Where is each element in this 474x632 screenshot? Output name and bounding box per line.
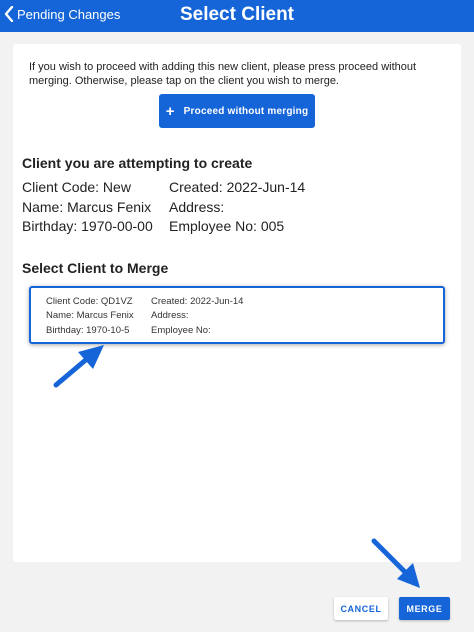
merge-section-heading: Select Client to Merge — [22, 260, 169, 276]
create-employee-no: Employee No: 005 — [169, 218, 285, 234]
candidate-created-date: Created: 2022-Jun-14 — [151, 296, 244, 307]
intro-text: If you wish to proceed with adding this … — [29, 61, 417, 87]
candidate-client-code: Client Code: QD1VZ — [46, 296, 133, 307]
navigation-bar: Pending Changes Select Client — [0, 0, 474, 32]
merge-candidate-card[interactable]: Client Code: QD1VZ Created: 2022-Jun-14 … — [29, 286, 445, 344]
merge-button[interactable]: MERGE — [399, 597, 450, 620]
page-title: Select Client — [179, 4, 295, 25]
create-birthday: Birthday: 1970-00-00 — [22, 218, 153, 234]
proceed-button-label: Proceed without merging — [183, 105, 309, 117]
candidate-birthday: Birthday: 1970-10-5 — [46, 325, 130, 336]
create-client-code: Client Code: New — [22, 179, 131, 195]
candidate-employee-no: Employee No: — [151, 325, 211, 336]
cancel-button[interactable]: CANCEL — [334, 597, 388, 620]
create-address: Address: — [169, 199, 225, 215]
candidate-address: Address: — [151, 310, 189, 321]
proceed-without-merging-button[interactable]: + Proceed without merging — [159, 94, 315, 128]
candidate-name: Name: Marcus Fenix — [46, 310, 134, 321]
create-name: Name: Marcus Fenix — [22, 199, 152, 215]
content-card: If you wish to proceed with adding this … — [13, 44, 461, 562]
plus-icon: + — [165, 102, 175, 120]
create-section-heading: Client you are attempting to create — [22, 155, 253, 171]
create-created-date: Created: 2022-Jun-14 — [169, 179, 306, 195]
